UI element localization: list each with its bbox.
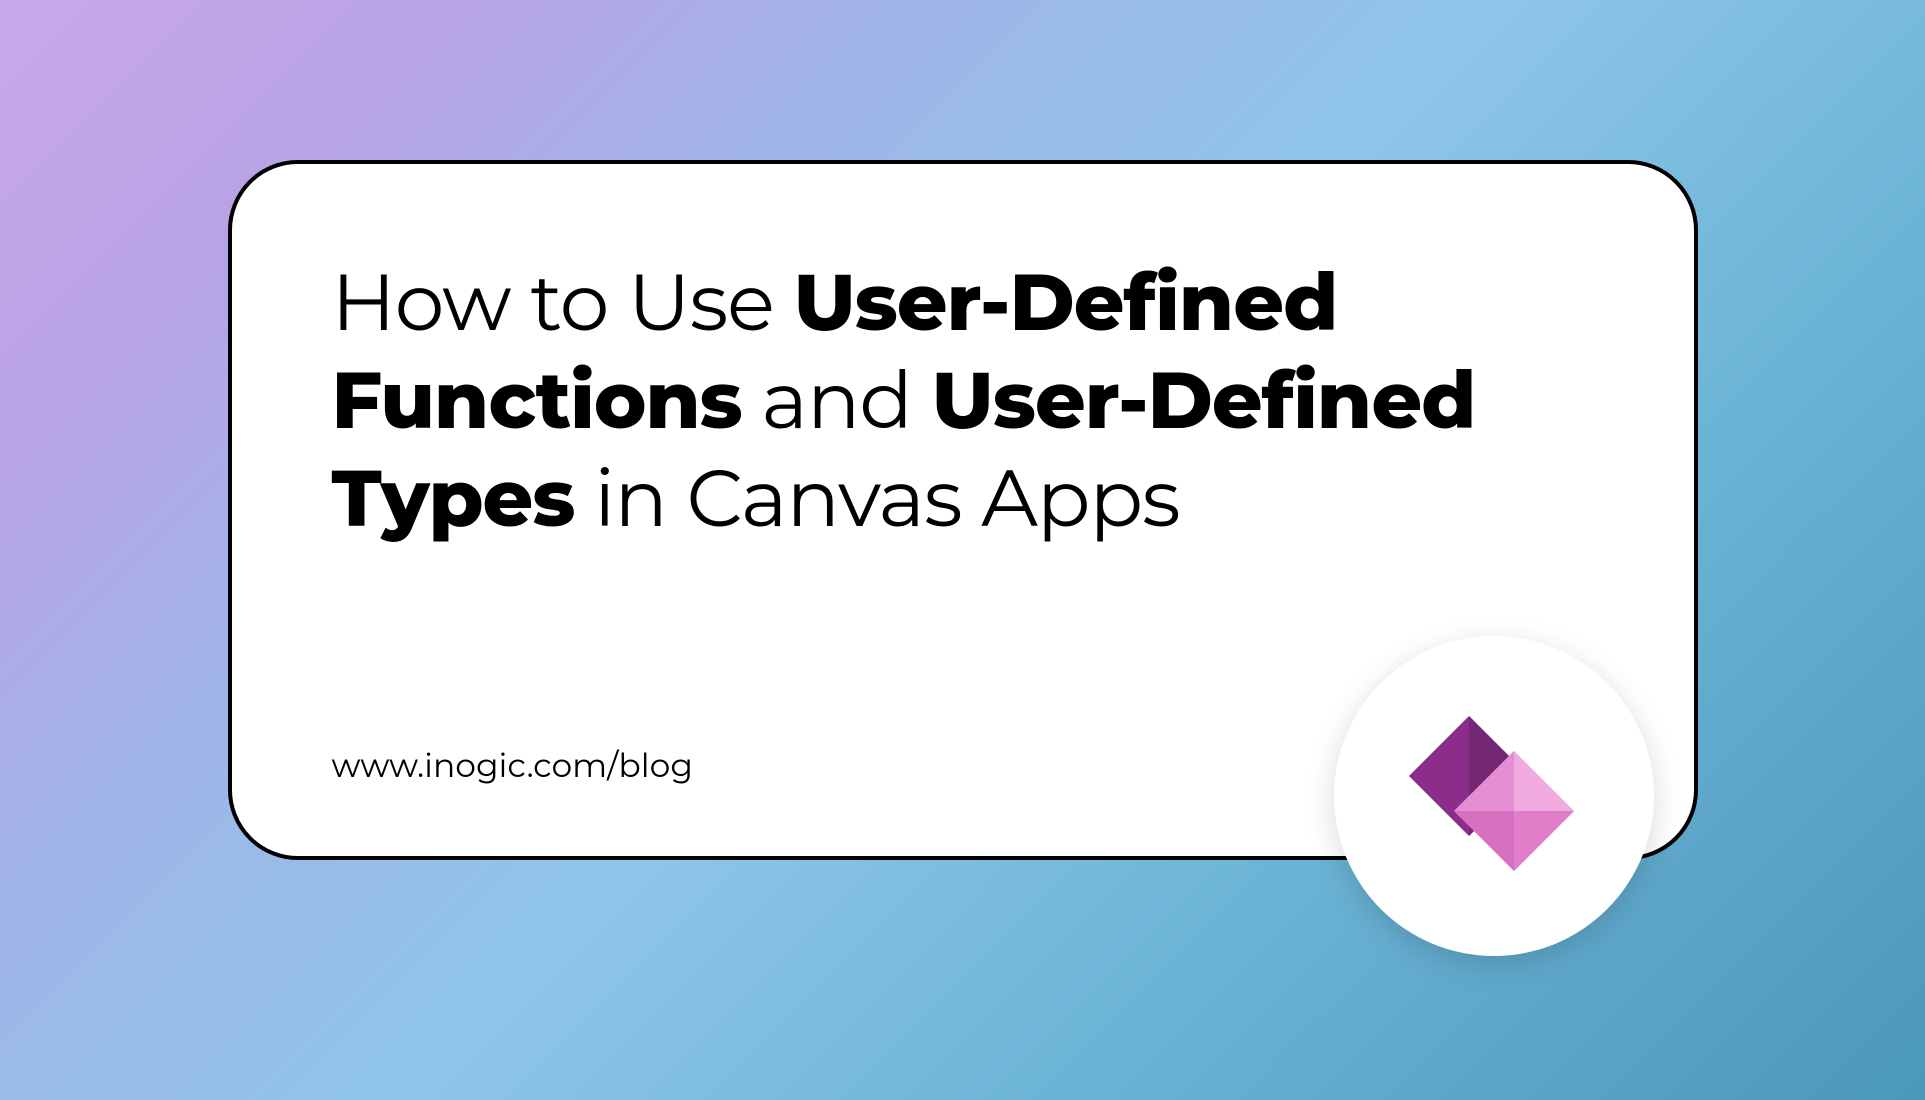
page-title: How to Use User-Defined Functions and Us… <box>332 254 1594 548</box>
blog-url: www.inogic.com/blog <box>332 746 693 786</box>
title-text-1: How to Use <box>332 254 794 350</box>
page-background: How to Use User-Defined Functions and Us… <box>0 0 1925 1100</box>
title-text-2: and <box>742 352 932 448</box>
content-card: How to Use User-Defined Functions and Us… <box>228 160 1698 860</box>
title-text-3: in Canvas Apps <box>574 450 1179 546</box>
power-apps-icon <box>1394 696 1594 896</box>
logo-badge <box>1334 636 1654 956</box>
